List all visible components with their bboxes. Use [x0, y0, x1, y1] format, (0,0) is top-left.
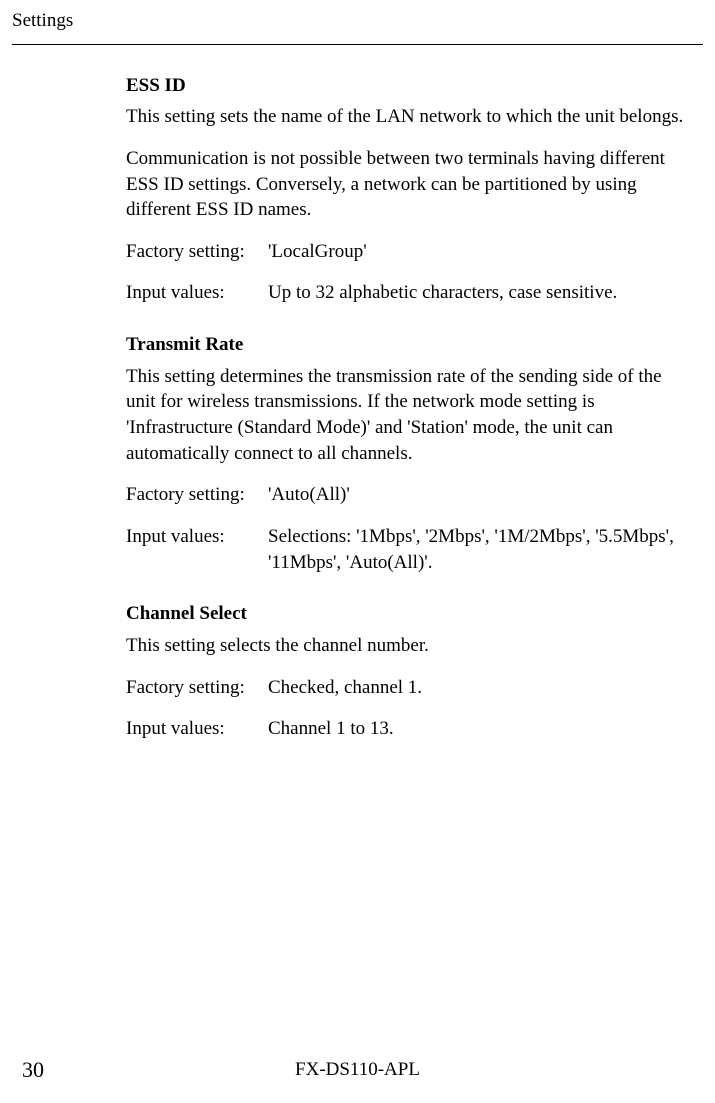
channel-heading: Channel Select	[126, 601, 685, 627]
factory-setting-label: Factory setting:	[126, 239, 268, 265]
transmit-paragraph-1: This setting determines the transmission…	[126, 364, 685, 467]
factory-setting-value: Checked, channel 1.	[268, 675, 685, 701]
channel-paragraph-1: This setting selects the channel number.	[126, 633, 685, 659]
page-number: 30	[22, 1055, 44, 1085]
ess-heading: ESS ID	[126, 73, 685, 99]
header-title: Settings	[12, 10, 73, 31]
transmit-heading: Transmit Rate	[126, 332, 685, 358]
page-footer: 30 FX-DS110-APL	[0, 1057, 715, 1083]
page-header: Settings	[0, 0, 715, 34]
transmit-factory-row: Factory setting: 'Auto(All)'	[126, 482, 685, 508]
page-content: ESS ID This setting sets the name of the…	[0, 45, 715, 742]
factory-setting-label: Factory setting:	[126, 482, 268, 508]
document-id: FX-DS110-APL	[295, 1057, 420, 1083]
section-transmit-rate: Transmit Rate This setting determines th…	[126, 332, 685, 575]
input-values-value: Selections: '1Mbps', '2Mbps', '1M/2Mbps'…	[268, 524, 685, 575]
ess-input-row: Input values: Up to 32 alphabetic charac…	[126, 280, 685, 306]
factory-setting-value: 'Auto(All)'	[268, 482, 685, 508]
factory-setting-value: 'LocalGroup'	[268, 239, 685, 265]
section-ess-id: ESS ID This setting sets the name of the…	[126, 73, 685, 306]
ess-factory-row: Factory setting: 'LocalGroup'	[126, 239, 685, 265]
section-channel-select: Channel Select This setting selects the …	[126, 601, 685, 742]
input-values-value: Channel 1 to 13.	[268, 716, 685, 742]
input-values-label: Input values:	[126, 524, 268, 575]
transmit-input-row: Input values: Selections: '1Mbps', '2Mbp…	[126, 524, 685, 575]
ess-paragraph-1: This setting sets the name of the LAN ne…	[126, 104, 685, 130]
input-values-label: Input values:	[126, 280, 268, 306]
factory-setting-label: Factory setting:	[126, 675, 268, 701]
input-values-value: Up to 32 alphabetic characters, case sen…	[268, 280, 685, 306]
ess-paragraph-2: Communication is not possible between tw…	[126, 146, 685, 223]
channel-factory-row: Factory setting: Checked, channel 1.	[126, 675, 685, 701]
channel-input-row: Input values: Channel 1 to 13.	[126, 716, 685, 742]
input-values-label: Input values:	[126, 716, 268, 742]
